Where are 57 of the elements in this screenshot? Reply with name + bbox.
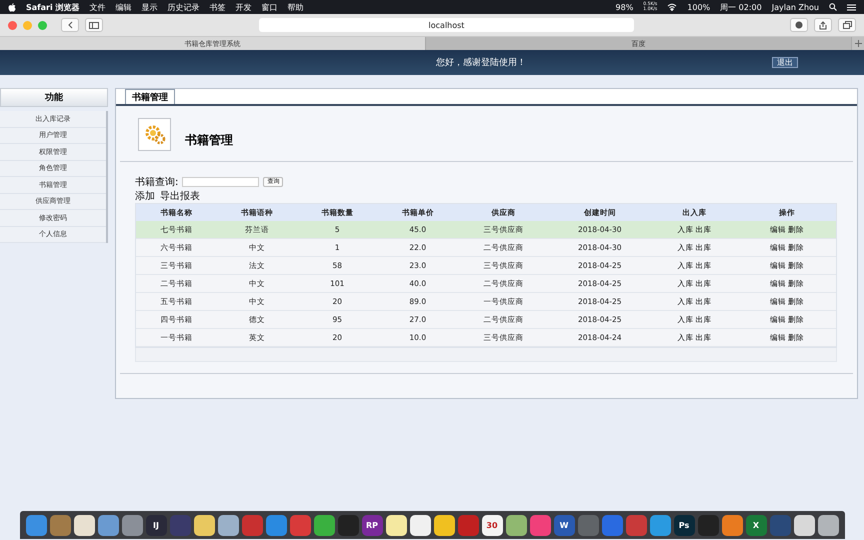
panel-tab[interactable]: 书籍管理 <box>125 89 175 104</box>
sidebar-title: 功能 <box>0 88 108 107</box>
app-menu[interactable]: Safari 浏览器 <box>26 2 80 12</box>
apple-logo-icon[interactable] <box>8 2 16 12</box>
menu-item[interactable]: 显示 <box>142 2 158 12</box>
action-link[interactable]: 导出报表 <box>160 189 200 203</box>
sidebar-icon <box>89 22 99 28</box>
dock-app-icon[interactable] <box>314 514 334 536</box>
dock-app-icon[interactable] <box>194 514 214 536</box>
dock-app-icon[interactable] <box>386 514 406 536</box>
dock-app-icon[interactable]: Ps <box>674 514 694 536</box>
download-button[interactable] <box>790 18 808 32</box>
menu-item[interactable]: 开发 <box>236 2 252 12</box>
new-tab-button[interactable] <box>852 37 864 50</box>
dock-app-icon[interactable] <box>74 514 94 536</box>
user-name[interactable]: Jaylan Zhou <box>772 2 819 12</box>
page-title: 书籍管理 <box>185 132 233 149</box>
menu-item[interactable]: 窗口 <box>262 2 278 12</box>
power-percent: 100% <box>687 2 710 12</box>
battery-percent: 98% <box>616 2 634 12</box>
menubar-clock: 周一 02:00 <box>720 2 762 12</box>
chevron-left-icon <box>67 21 73 29</box>
dock-app-icon[interactable] <box>434 514 454 536</box>
tabs-icon <box>842 21 852 29</box>
dock-app-icon[interactable] <box>794 514 814 536</box>
search-icon[interactable] <box>829 3 837 11</box>
gear-icon <box>144 124 166 146</box>
dock-app-icon[interactable]: W <box>554 514 574 536</box>
plus-icon <box>854 40 862 47</box>
tabs-button[interactable] <box>838 18 856 32</box>
welcome-text: 您好，感谢登陆使用！ <box>436 56 526 69</box>
search-label: 书籍查询: <box>135 176 178 189</box>
list-icon[interactable] <box>847 4 856 10</box>
dock-app-icon[interactable] <box>506 514 526 536</box>
dock-app-icon[interactable] <box>818 514 838 536</box>
search-field[interactable] <box>182 177 260 187</box>
dock-app-icon[interactable]: RP <box>362 514 382 536</box>
wifi-icon[interactable] <box>667 3 678 11</box>
menu-item[interactable]: 文件 <box>90 2 106 12</box>
address-field[interactable]: localhost <box>259 18 634 32</box>
menu-item[interactable]: 编辑 <box>116 2 132 12</box>
share-icon <box>819 20 827 30</box>
dock-app-icon[interactable]: IJ <box>146 514 166 536</box>
dock-app-icon[interactable]: 30 <box>482 514 502 536</box>
logout-button[interactable]: 退出 <box>772 57 798 68</box>
download-icon <box>795 21 803 29</box>
back-button[interactable] <box>61 18 79 32</box>
action-link[interactable]: 添加 <box>135 189 155 203</box>
menu-item[interactable]: 帮助 <box>288 2 304 12</box>
dock-app-icon[interactable] <box>410 514 430 536</box>
sidebar-button[interactable] <box>85 18 103 32</box>
menu-item[interactable]: 书签 <box>210 2 226 12</box>
share-button[interactable] <box>814 18 832 32</box>
menu-item[interactable]: 历史记录 <box>168 2 200 12</box>
close-button[interactable] <box>8 20 17 30</box>
dock-app-icon[interactable] <box>218 514 238 536</box>
dock-app-icon[interactable]: X <box>746 514 766 536</box>
